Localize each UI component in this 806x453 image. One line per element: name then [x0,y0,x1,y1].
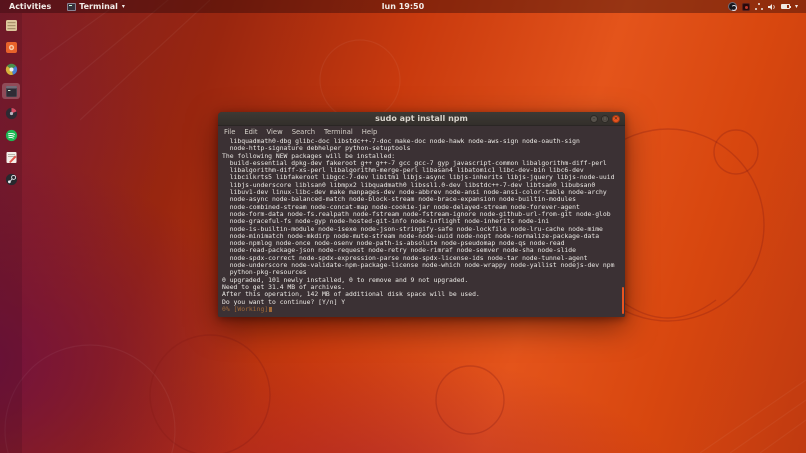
app-indicator-circle-icon[interactable] [727,2,737,11]
close-icon[interactable]: ✕ [612,115,620,123]
media-player-icon [5,107,17,119]
terminal-titlebar[interactable]: sudo apt install npm – ▢ ✕ [218,112,625,126]
progress-text: 0% [Working] [222,304,269,313]
terminal-menubar: File Edit View Search Terminal Help [218,126,625,137]
dock-item-files[interactable] [2,17,20,33]
browser-icon [5,63,17,75]
terminal-scrollbar[interactable] [622,287,624,314]
clock[interactable]: lun 19:50 [382,0,424,13]
terminal-window-title: sudo apt install npm [375,114,468,123]
dock-item-browser[interactable] [2,61,20,77]
dock-item-spotify[interactable] [2,127,20,143]
app-indicator-square-icon[interactable] [741,2,750,11]
terminal-window: sudo apt install npm – ▢ ✕ File Edit View S… [218,112,625,317]
app-menu[interactable]: Terminal ▾ [60,0,132,13]
dock [0,13,22,453]
chevron-down-icon: ▾ [121,3,125,10]
files-icon [5,19,17,31]
battery-icon[interactable] [780,4,791,9]
terminal-output-line: Do you want to continue? [Y/n] Y [222,297,346,306]
terminal-icon [5,85,17,97]
minimize-icon[interactable]: – [590,115,598,123]
dock-item-steam[interactable] [2,171,20,187]
steam-icon [5,173,17,185]
terminal-cursor [269,306,273,312]
terminal-app-icon [67,2,77,11]
dock-item-text-editor[interactable] [2,149,20,165]
terminal-menu-item[interactable]: Help [362,128,378,136]
text-editor-icon [6,151,16,163]
terminal-menu-item[interactable]: Search [292,128,315,136]
activities-button[interactable]: Activities [0,0,60,13]
terminal-output[interactable]: libquadmath0-dbg glibc-doc libstdc++-7-d… [218,137,625,317]
desktop: Activities Terminal ▾ lun 19:50 ▾ sudo a… [0,0,806,453]
terminal-menu-item[interactable]: Terminal [324,128,353,136]
volume-icon[interactable] [767,3,776,11]
app-menu-label: Terminal [79,2,118,11]
terminal-progress-line: 0% [Working] [222,304,625,313]
dock-item-media-player[interactable] [2,105,20,121]
terminal-menu-item[interactable]: Edit [244,128,257,136]
network-icon[interactable] [754,3,763,10]
software-icon [5,41,17,53]
system-menu-caret-icon[interactable]: ▾ [795,3,798,10]
terminal-menu-item[interactable]: View [267,128,283,136]
maximize-icon[interactable]: ▢ [601,115,609,123]
dock-item-terminal[interactable] [2,83,20,99]
dock-item-software[interactable] [2,39,20,55]
top-panel: Activities Terminal ▾ lun 19:50 ▾ [0,0,806,13]
terminal-menu-item[interactable]: File [224,128,235,136]
spotify-icon [5,129,17,141]
terminal-output-lines: libquadmath0-dbg glibc-doc libstdc++-7-d… [222,137,625,306]
